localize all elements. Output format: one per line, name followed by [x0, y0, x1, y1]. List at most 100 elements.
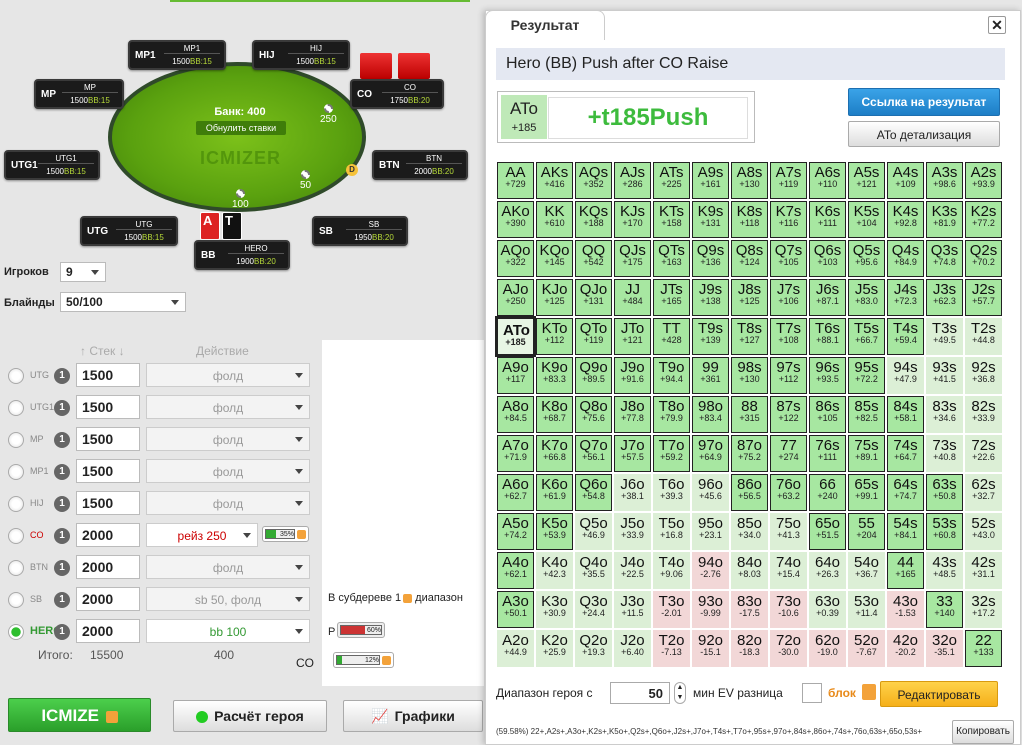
seat-hij[interactable]: HIJ HIJ 1500BB:15 [252, 40, 350, 70]
hand-cell[interactable]: 95s +72.2 [848, 357, 885, 394]
hand-cell[interactable]: T2s +44.8 [965, 318, 1002, 355]
hand-cell[interactable]: J8o +77.8 [614, 396, 651, 433]
hand-cell[interactable]: K5s +104 [848, 201, 885, 238]
hand-cell[interactable]: 87s +122 [770, 396, 807, 433]
hand-cell[interactable]: A4o +62.1 [497, 552, 534, 589]
hand-cell[interactable]: T2o -7.13 [653, 630, 690, 667]
hand-cell[interactable]: A2o +44.9 [497, 630, 534, 667]
hand-cell[interactable]: Q3s +74.8 [926, 240, 963, 277]
hand-cell[interactable]: JTs +165 [653, 279, 690, 316]
hand-cell[interactable]: T6o +39.3 [653, 474, 690, 511]
seat-utg[interactable]: UTG UTG 1500BB:15 [80, 216, 178, 246]
hand-cell[interactable]: T8s +127 [731, 318, 768, 355]
hand-cell[interactable]: J4o +22.5 [614, 552, 651, 589]
hand-cell[interactable]: 42o -20.2 [887, 630, 924, 667]
hand-cell[interactable]: 94o -2.76 [692, 552, 729, 589]
hand-cell[interactable]: AJs +286 [614, 162, 651, 199]
hand-cell[interactable]: 88 +315 [731, 396, 768, 433]
players-select[interactable]: 9 [60, 262, 106, 282]
hand-cell[interactable]: KQo +145 [536, 240, 573, 277]
hij-radio[interactable] [8, 496, 24, 512]
hand-cell[interactable]: 98s +130 [731, 357, 768, 394]
hand-cell[interactable]: T4s +59.4 [887, 318, 924, 355]
hand-cell[interactable]: Q8o +75.6 [575, 396, 612, 433]
hand-cell[interactable]: 85s +82.5 [848, 396, 885, 433]
hand-cell[interactable]: 77 +274 [770, 435, 807, 472]
hand-cell[interactable]: K7o +66.8 [536, 435, 573, 472]
hand-cell[interactable]: 44 +165 [887, 552, 924, 589]
hand-cell[interactable]: KK +610 [536, 201, 573, 238]
hand-cell[interactable]: T5o +16.8 [653, 513, 690, 550]
hand-cell[interactable]: AA +729 [497, 162, 534, 199]
reset-bets-button[interactable]: Обнулить ставки [196, 121, 286, 135]
hand-cell[interactable]: AKo +390 [497, 201, 534, 238]
hand-cell[interactable]: A3s +98.6 [926, 162, 963, 199]
hand-cell[interactable]: T5s +66.7 [848, 318, 885, 355]
hand-cell[interactable]: T4o +9.06 [653, 552, 690, 589]
seat-co[interactable]: CO CO 1750BB:20 [350, 79, 444, 109]
hand-cell[interactable]: K2s +77.2 [965, 201, 1002, 238]
hand-cell[interactable]: Q2s +70.2 [965, 240, 1002, 277]
edit-button[interactable]: Редактировать [880, 681, 998, 707]
copy-button[interactable]: Копировать [952, 720, 1014, 744]
hand-cell[interactable]: 72s +22.6 [965, 435, 1002, 472]
hand-cell[interactable]: A8o +84.5 [497, 396, 534, 433]
action-select[interactable]: рейз 250 [146, 523, 258, 547]
hand-cell[interactable]: 32s +17.2 [965, 591, 1002, 628]
stack-header[interactable]: ↑ Стек ↓ [80, 344, 125, 358]
result-tab[interactable]: Результат [485, 10, 605, 40]
hand-cell[interactable]: 74o +15.4 [770, 552, 807, 589]
detail-button[interactable]: ATo детализация [848, 121, 1000, 147]
hand-cell[interactable]: J6o +38.1 [614, 474, 651, 511]
hand-cell[interactable]: AQs +352 [575, 162, 612, 199]
hand-cell[interactable]: J9o +91.6 [614, 357, 651, 394]
hand-cell[interactable]: J7o +57.5 [614, 435, 651, 472]
co-range-widget[interactable]: 35% [262, 526, 309, 542]
hand-cell[interactable]: QJs +175 [614, 240, 651, 277]
hand-cell[interactable]: K5o +53.9 [536, 513, 573, 550]
hand-cell[interactable]: J8s +125 [731, 279, 768, 316]
hand-cell[interactable]: 43o -1.53 [887, 591, 924, 628]
hand-cell[interactable]: J7s +106 [770, 279, 807, 316]
hand-cell[interactable]: 93o -9.99 [692, 591, 729, 628]
pct2-widget[interactable]: 12% [333, 652, 394, 668]
hand-cell[interactable]: 83o -17.5 [731, 591, 768, 628]
hand-cell[interactable]: 54s +84.1 [887, 513, 924, 550]
seat-utg1[interactable]: UTG1 UTG1 1500BB:15 [4, 150, 100, 180]
ev-checkbox[interactable] [802, 683, 822, 703]
hand-cell[interactable]: 97o +64.9 [692, 435, 729, 472]
hand-cell[interactable]: K6o +61.9 [536, 474, 573, 511]
hand-cell[interactable]: 52o -7.67 [848, 630, 885, 667]
hand-cell[interactable]: K9o +83.3 [536, 357, 573, 394]
action-select[interactable]: фолд [146, 491, 310, 515]
hand-cell[interactable]: ATs +225 [653, 162, 690, 199]
action-select[interactable]: фолд [146, 459, 310, 483]
seat-mp[interactable]: MP MP 1500BB:15 [34, 79, 124, 109]
hand-cell[interactable]: KQs +188 [575, 201, 612, 238]
hand-cell[interactable]: T7o +59.2 [653, 435, 690, 472]
hand-cell[interactable]: AJo +250 [497, 279, 534, 316]
hand-cell[interactable]: T6s +88.1 [809, 318, 846, 355]
action-select[interactable]: фолд [146, 395, 310, 419]
hand-cell[interactable]: J3o +11.5 [614, 591, 651, 628]
co-radio[interactable] [8, 528, 24, 544]
hand-cell[interactable]: A7o +71.9 [497, 435, 534, 472]
hand-cell[interactable]: 42s +31.1 [965, 552, 1002, 589]
hand-cell[interactable]: 72o -30.0 [770, 630, 807, 667]
hand-cell[interactable]: KTo +112 [536, 318, 573, 355]
hand-cell[interactable]: T3s +49.5 [926, 318, 963, 355]
hand-cell[interactable]: 62s +32.7 [965, 474, 1002, 511]
hand-cell[interactable]: 54o +36.7 [848, 552, 885, 589]
hand-cell[interactable]: 65o +51.5 [809, 513, 846, 550]
hand-cell[interactable]: KJs +170 [614, 201, 651, 238]
icmize-button[interactable]: ICMIZE [8, 698, 151, 732]
hand-cell[interactable]: KTs +158 [653, 201, 690, 238]
hand-cell[interactable]: Q5s +95.6 [848, 240, 885, 277]
hand-cell[interactable]: JTo +121 [614, 318, 651, 355]
action-select[interactable]: bb 100 [146, 619, 310, 643]
hand-cell[interactable]: Q3o +24.4 [575, 591, 612, 628]
hand-cell[interactable]: Q7s +105 [770, 240, 807, 277]
hand-cell[interactable]: K3s +81.9 [926, 201, 963, 238]
hand-cell[interactable]: JJ +484 [614, 279, 651, 316]
hand-cell[interactable]: ATo +185 [495, 316, 536, 357]
